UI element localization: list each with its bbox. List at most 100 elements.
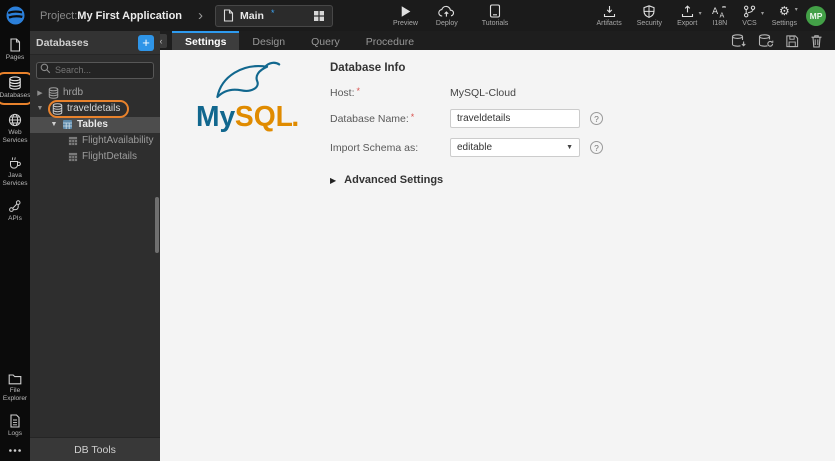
artifacts-button[interactable]: Artifacts [592, 4, 625, 27]
pages-grid-icon[interactable] [313, 10, 325, 22]
coffee-icon [8, 156, 22, 170]
db-tools-button[interactable]: DB Tools [30, 437, 160, 461]
tree-item-hrdb[interactable]: ▶ hrdb [30, 85, 160, 101]
sidebar-item-file-explorer[interactable]: File Explorer [0, 373, 30, 404]
required-mark: * [410, 111, 415, 122]
vcs-button[interactable]: ▾ VCS [738, 4, 764, 27]
sidebar-item-pages[interactable]: Pages [6, 38, 24, 62]
security-button[interactable]: Security [633, 4, 666, 27]
add-database-button[interactable]: + [138, 34, 154, 51]
panel-title: Databases [36, 36, 89, 49]
shield-icon [643, 4, 655, 18]
content-tab-bar: « Settings Design Query Procedure [153, 31, 835, 50]
preview-button[interactable]: Preview [389, 4, 422, 27]
branch-icon: ▾ [743, 4, 764, 18]
play-icon [399, 4, 412, 18]
upload-icon: ▾ [681, 4, 702, 18]
export-button[interactable]: ▾ Export [673, 4, 702, 27]
more-menu-button[interactable] [8, 448, 22, 453]
tree-item-flightdetails[interactable]: FlightDetails [30, 149, 160, 165]
databases-panel-header: Databases + [30, 31, 160, 55]
globe-icon [8, 113, 22, 127]
tutorials-button[interactable]: Tutorials [478, 4, 513, 27]
folder-icon [8, 373, 22, 385]
tree-item-label: Tables [77, 119, 108, 130]
search-box [36, 60, 154, 79]
mysql-logo-text-my: My [196, 100, 236, 132]
page-tab-main[interactable]: Main * [215, 4, 334, 27]
tree-item-tables[interactable]: ▼ Tables [30, 116, 160, 133]
svg-text:A: A [712, 7, 719, 17]
translate-icon: AA [712, 4, 727, 18]
tables-folder-icon [62, 119, 73, 130]
database-info-form: Database Info Host: * MySQL-Cloud Databas… [330, 62, 603, 186]
database-name-input[interactable] [450, 109, 580, 128]
topbar-right-actions: Artifacts Security ▾ Export AA I18N ▾ VC… [592, 4, 801, 27]
search-icon [40, 63, 51, 74]
import-schema-select[interactable]: editable ▼ [450, 138, 580, 157]
app-logo[interactable] [0, 0, 30, 31]
panel-scrollbar[interactable] [155, 197, 159, 253]
tree-item-label: traveldetails [67, 103, 121, 114]
traveldetails-highlight: traveldetails [48, 99, 130, 118]
help-icon[interactable]: ? [590, 112, 603, 125]
sidebar-item-databases[interactable]: Databases [0, 72, 34, 105]
project-label: Project: [40, 9, 78, 22]
content-area: « Settings Design Query Procedure [153, 31, 835, 461]
form-heading: Database Info [330, 62, 406, 74]
save-icon[interactable] [785, 34, 799, 48]
sidebar-item-logs[interactable]: Logs [8, 414, 22, 438]
database-icon [48, 86, 59, 99]
db-pull-icon[interactable] [731, 33, 747, 48]
database-name-row: Database Name:* ? [330, 109, 603, 128]
collapse-arrow-icon[interactable]: ▼ [36, 105, 44, 112]
deploy-button[interactable]: Deploy [432, 4, 462, 27]
sidebar-item-apis[interactable]: APIs [8, 199, 22, 223]
i18n-button[interactable]: AA I18N [708, 4, 731, 27]
tree-item-traveldetails[interactable]: ▼ traveldetails [30, 99, 160, 118]
databases-panel: Databases + ▶ hrdb ▼ [30, 31, 160, 461]
sidebar-item-web-services[interactable]: Web Services [0, 113, 30, 146]
tree-item-label: hrdb [63, 87, 84, 98]
advanced-settings-toggle[interactable]: ▶ Advanced Settings [330, 174, 603, 186]
tree-item-label: FlightDetails [82, 151, 138, 162]
database-name-label: Database Name: * [330, 111, 415, 125]
tab-design[interactable]: Design [239, 31, 298, 50]
settings-pane: My SQL . Database Info Host: * MySQL-Clou… [160, 50, 835, 461]
cloud-upload-icon [438, 4, 455, 18]
db-refresh-icon[interactable] [758, 33, 774, 48]
collapse-arrow-icon[interactable]: ▼ [50, 121, 58, 128]
expand-arrow-icon[interactable]: ▶ [36, 89, 44, 97]
tab-query[interactable]: Query [298, 31, 353, 50]
mysql-logo: My SQL . [194, 58, 306, 134]
page-icon [9, 38, 21, 52]
chevron-down-icon: ▾ [760, 11, 764, 17]
import-schema-label: Import Schema as: [330, 141, 419, 154]
host-row: Host: * MySQL-Cloud [330, 86, 603, 99]
table-icon [68, 152, 78, 162]
breadcrumb-chevron-icon: › [198, 7, 204, 24]
user-avatar[interactable]: MP [806, 5, 826, 26]
tab-procedure[interactable]: Procedure [353, 31, 427, 50]
chevron-down-icon: ▼ [566, 144, 573, 151]
tree-item-flightavailability[interactable]: FlightAvailability [30, 133, 160, 149]
help-icon[interactable]: ? [590, 141, 603, 154]
settings-button[interactable]: ⚙ ▾ Settings [768, 4, 801, 27]
search-input[interactable] [36, 61, 154, 79]
svg-text:A: A [720, 12, 725, 19]
app-window: Project:My First Application › Main * Pr… [0, 0, 835, 461]
preview-deploy-group: Preview Deploy [389, 4, 462, 27]
database-tree: ▶ hrdb ▼ traveldetails ▼ Tables FlightAv… [30, 85, 160, 438]
expand-arrow-icon: ▶ [330, 175, 337, 185]
database-toolbar [731, 31, 835, 50]
required-mark: * [356, 86, 361, 96]
more-icon [8, 448, 22, 453]
sidebar-item-java-services[interactable]: Java Services [0, 156, 30, 189]
mysql-logo-text-dot: . [291, 100, 299, 132]
host-value: MySQL-Cloud [450, 87, 516, 99]
tab-settings[interactable]: Settings [172, 31, 240, 50]
delete-icon[interactable] [810, 34, 823, 48]
gear-icon: ⚙ ▾ [778, 4, 798, 18]
project-name[interactable]: My First Application [77, 10, 182, 22]
import-schema-value: editable [457, 142, 493, 153]
